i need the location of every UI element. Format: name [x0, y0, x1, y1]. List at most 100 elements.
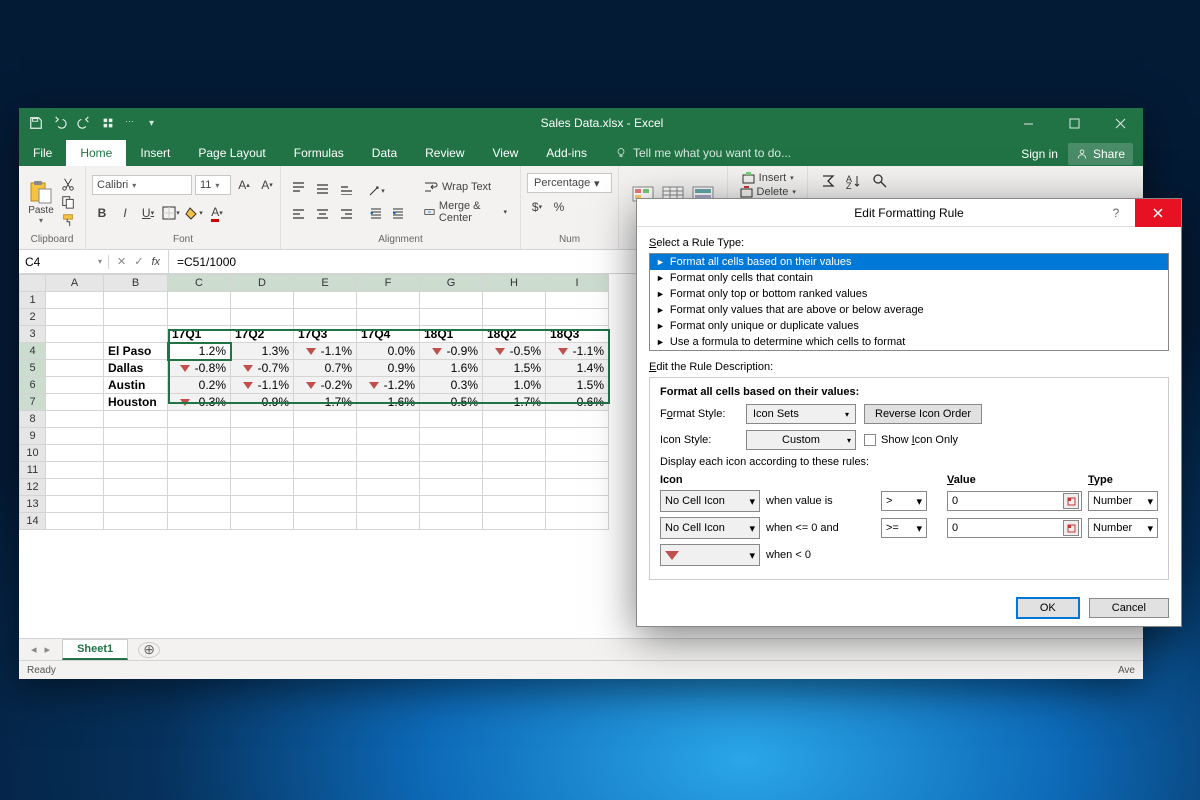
- rule-type-item[interactable]: ►Format only top or bottom ranked values: [650, 286, 1168, 302]
- operator-combo[interactable]: >=▾: [881, 518, 927, 538]
- align-middle-icon[interactable]: [311, 177, 333, 201]
- format-style-combo[interactable]: Icon Sets▾: [746, 404, 856, 424]
- row-header[interactable]: 7: [20, 394, 46, 411]
- data-cell[interactable]: 1.6%: [357, 394, 420, 411]
- font-size-combo[interactable]: 11▾: [195, 175, 231, 195]
- accounting-format-icon[interactable]: $ ▾: [527, 197, 547, 217]
- column-header[interactable]: B: [104, 275, 168, 292]
- add-sheet-button[interactable]: ⊕: [138, 642, 160, 658]
- data-cell[interactable]: -1.1%: [546, 343, 609, 360]
- data-cell[interactable]: -0.7%: [231, 360, 294, 377]
- insert-function-icon[interactable]: fx: [151, 256, 160, 268]
- decrease-indent-icon[interactable]: [366, 203, 386, 223]
- row-header[interactable]: 1: [20, 292, 46, 309]
- range-ref-button[interactable]: [1063, 493, 1079, 509]
- rule-type-item[interactable]: ►Format only values that are above or be…: [650, 302, 1168, 318]
- city-cell[interactable]: El Paso: [104, 343, 168, 360]
- data-cell[interactable]: -0.5%: [483, 343, 546, 360]
- reverse-icon-order-button[interactable]: Reverse Icon Order: [864, 404, 982, 424]
- increase-indent-icon[interactable]: [388, 203, 408, 223]
- accept-formula-icon[interactable]: ✓: [134, 255, 143, 268]
- data-cell[interactable]: 0.9%: [231, 394, 294, 411]
- tab-data[interactable]: Data: [358, 140, 411, 166]
- align-left-icon[interactable]: [287, 203, 309, 227]
- data-cell[interactable]: 0.9%: [357, 360, 420, 377]
- tab-formulas[interactable]: Formulas: [280, 140, 358, 166]
- type-combo[interactable]: Number▾: [1088, 518, 1158, 538]
- minimize-button[interactable]: [1005, 108, 1051, 138]
- borders-icon[interactable]: ▾: [161, 203, 181, 223]
- row-header[interactable]: 10: [20, 445, 46, 462]
- icon-style-combo[interactable]: Custom▾: [746, 430, 856, 450]
- name-box[interactable]: C4▾: [19, 255, 109, 269]
- autosum-icon[interactable]: [820, 173, 836, 189]
- icon-selector[interactable]: No Cell Icon▾: [660, 490, 760, 512]
- data-cell[interactable]: 0.6%: [546, 394, 609, 411]
- rule-type-item[interactable]: ►Format only cells that contain: [650, 270, 1168, 286]
- close-button[interactable]: [1097, 108, 1143, 138]
- tab-view[interactable]: View: [479, 140, 533, 166]
- rule-type-item[interactable]: ►Format all cells based on their values: [650, 254, 1168, 270]
- icon-selector[interactable]: ▾: [660, 544, 760, 566]
- data-cell[interactable]: 1.3%: [231, 343, 294, 360]
- operator-combo[interactable]: >▾: [881, 491, 927, 511]
- merge-center-button[interactable]: Merge & Center ▾: [420, 198, 511, 226]
- wrap-text-button[interactable]: Wrap Text: [420, 178, 511, 196]
- underline-icon[interactable]: U ▾: [138, 203, 158, 223]
- qat-more-icon[interactable]: ⋯: [125, 116, 139, 130]
- row-header[interactable]: 11: [20, 462, 46, 479]
- data-cell[interactable]: 1.2%: [168, 343, 231, 360]
- row-header[interactable]: 4: [20, 343, 46, 360]
- data-cell[interactable]: 1.6%: [420, 360, 483, 377]
- ok-button[interactable]: OK: [1017, 598, 1079, 618]
- cancel-formula-icon[interactable]: ✕: [117, 255, 126, 268]
- font-name-combo[interactable]: Calibri▾: [92, 175, 192, 195]
- column-header[interactable]: G: [420, 275, 483, 292]
- data-cell[interactable]: 0.7%: [294, 360, 357, 377]
- percent-format-icon[interactable]: %: [549, 197, 569, 217]
- tab-insert[interactable]: Insert: [126, 140, 184, 166]
- find-select-icon[interactable]: [872, 173, 888, 189]
- data-cell[interactable]: 1.5%: [483, 360, 546, 377]
- data-cell[interactable]: 1.7%: [483, 394, 546, 411]
- dialog-help-button[interactable]: ?: [1101, 199, 1131, 227]
- redo-icon[interactable]: [77, 116, 91, 130]
- data-cell[interactable]: 1.0%: [483, 377, 546, 394]
- data-cell[interactable]: 0.2%: [168, 377, 231, 394]
- tab-page-layout[interactable]: Page Layout: [184, 140, 279, 166]
- column-header[interactable]: E: [294, 275, 357, 292]
- cells-delete-button[interactable]: Delete▾: [740, 185, 796, 198]
- cells-insert-button[interactable]: Insert▾: [742, 171, 794, 184]
- show-icon-only-checkbox[interactable]: Show Icon Only: [864, 434, 958, 446]
- column-header[interactable]: C: [168, 275, 231, 292]
- sort-filter-icon[interactable]: AZ: [846, 173, 862, 189]
- undo-icon[interactable]: [53, 116, 67, 130]
- row-header[interactable]: 9: [20, 428, 46, 445]
- row-header[interactable]: 6: [20, 377, 46, 394]
- data-cell[interactable]: 0.3%: [420, 377, 483, 394]
- value-input[interactable]: 0: [947, 518, 1082, 538]
- align-center-icon[interactable]: [311, 203, 333, 227]
- font-color-icon[interactable]: A▾: [207, 203, 227, 223]
- tab-review[interactable]: Review: [411, 140, 478, 166]
- dialog-close-button[interactable]: [1135, 199, 1181, 227]
- data-cell[interactable]: -0.9%: [420, 343, 483, 360]
- tab-addins[interactable]: Add-ins: [532, 140, 601, 166]
- sheet-nav-prev-icon[interactable]: ◂: [31, 643, 37, 656]
- format-painter-icon[interactable]: [61, 213, 75, 227]
- row-header[interactable]: 2: [20, 309, 46, 326]
- city-cell[interactable]: Austin: [104, 377, 168, 394]
- column-header[interactable]: D: [231, 275, 294, 292]
- align-right-icon[interactable]: [335, 203, 357, 227]
- paste-button[interactable]: Paste ▾: [25, 179, 57, 225]
- column-header[interactable]: A: [46, 275, 104, 292]
- city-cell[interactable]: Houston: [104, 394, 168, 411]
- row-header[interactable]: 14: [20, 513, 46, 530]
- row-header[interactable]: 3: [20, 326, 46, 343]
- data-cell[interactable]: 0.0%: [357, 343, 420, 360]
- increase-font-icon[interactable]: A▴: [234, 175, 254, 195]
- city-cell[interactable]: Dallas: [104, 360, 168, 377]
- data-cell[interactable]: 0.5%: [420, 394, 483, 411]
- signin-link[interactable]: Sign in: [1011, 142, 1068, 166]
- column-header[interactable]: F: [357, 275, 420, 292]
